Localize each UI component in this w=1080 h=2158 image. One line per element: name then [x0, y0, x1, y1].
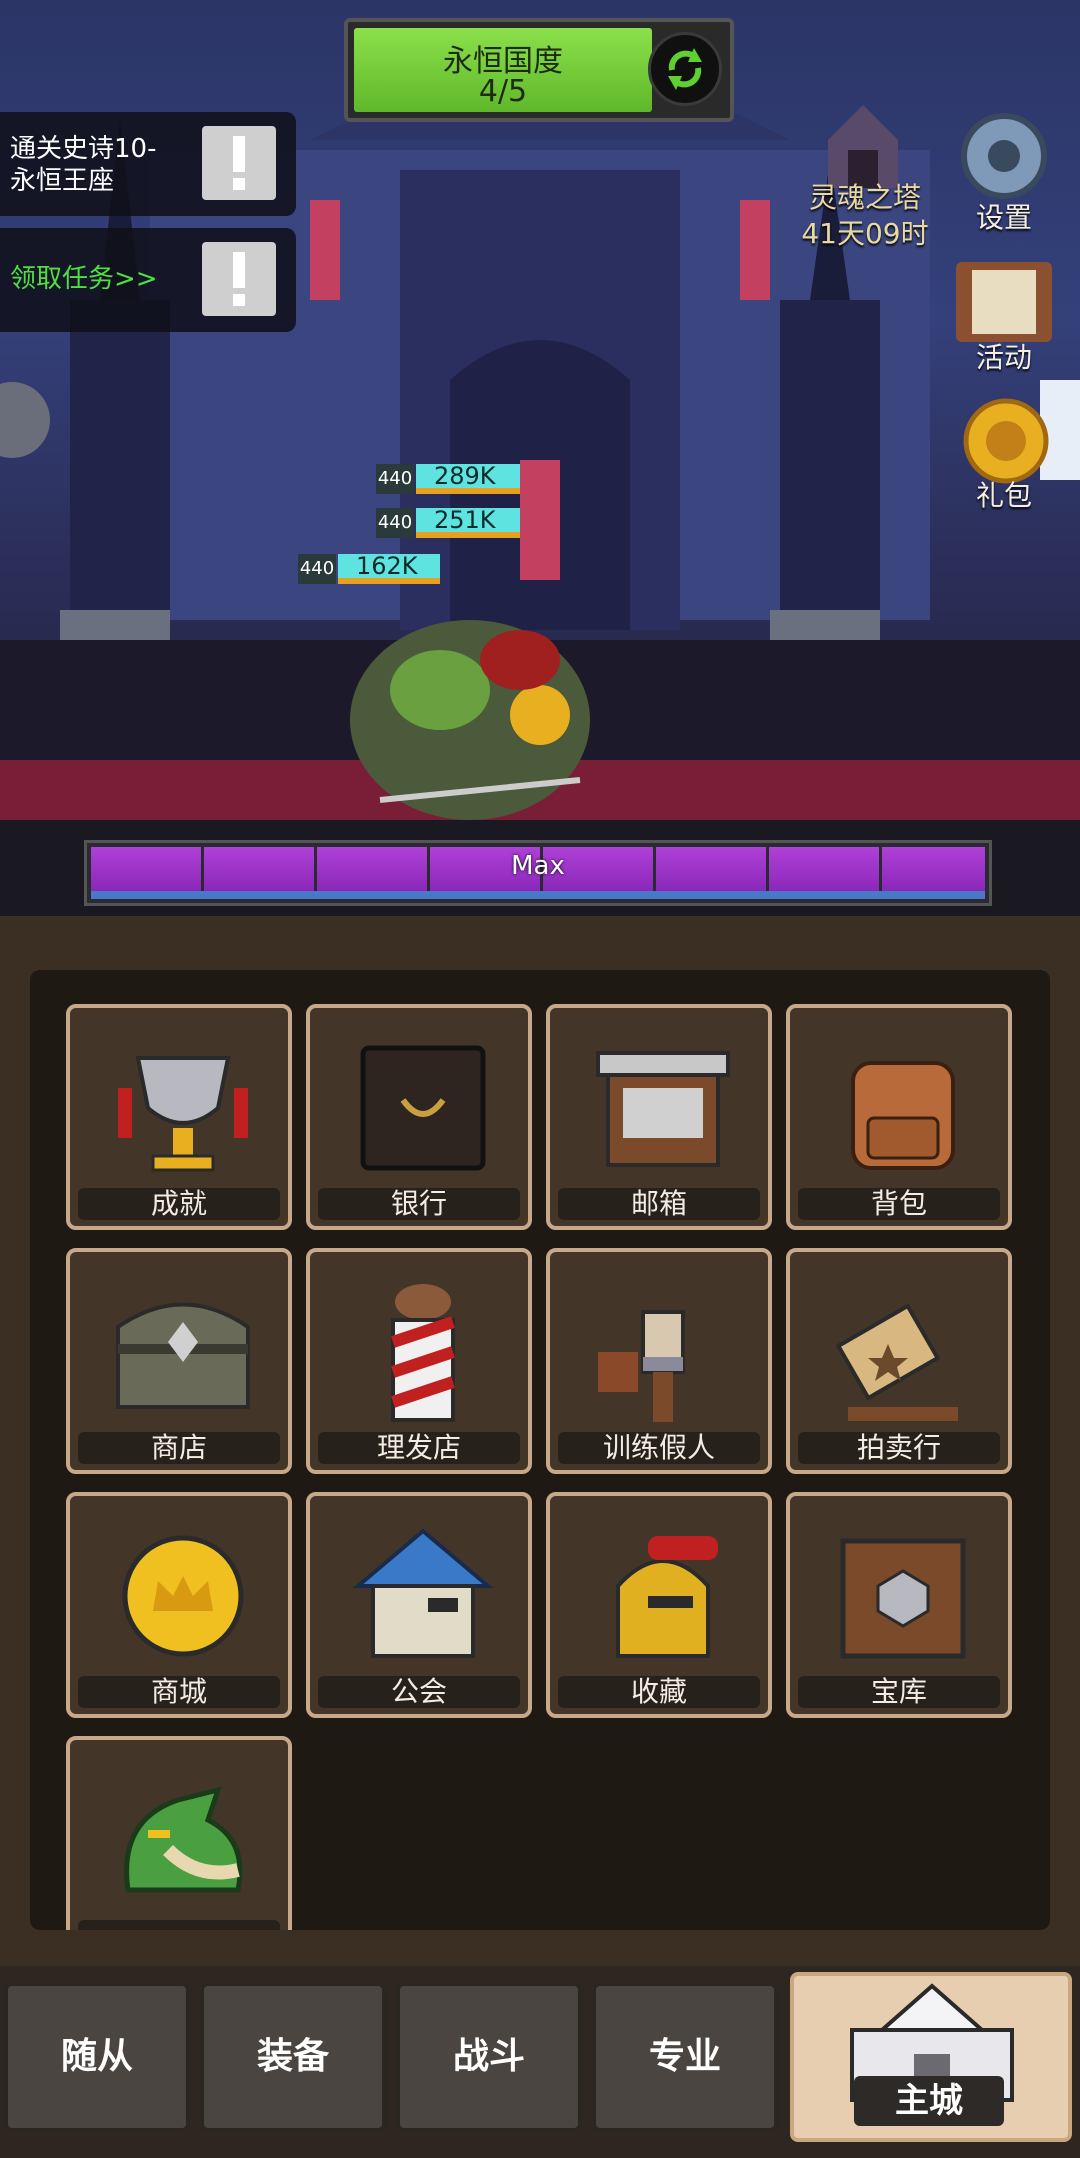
damage-level: 440	[376, 464, 414, 494]
alert-icon	[202, 242, 276, 316]
menu-backpack[interactable]: 背包	[786, 1004, 1012, 1230]
activity-label: 活动	[975, 341, 1032, 374]
menu-training-dummy[interactable]: 训练假人	[546, 1248, 772, 1474]
tab-profession[interactable]: 专业	[592, 1982, 778, 2132]
menu-auction[interactable]: 拍卖行	[786, 1248, 1012, 1474]
helmet-icon	[616, 1536, 718, 1658]
menu-label	[78, 1920, 280, 1930]
alert-icon	[202, 126, 276, 200]
menu-mall[interactable]: 商城	[66, 1492, 292, 1718]
gift-coin-icon[interactable]	[958, 396, 1054, 486]
guild-house-icon	[352, 1528, 494, 1658]
menu-label: 邮箱	[558, 1188, 760, 1220]
menu-guild[interactable]: 公会	[306, 1492, 532, 1718]
mailbox-icon	[596, 1051, 730, 1167]
damage-meter: 440 251K	[376, 508, 520, 538]
damage-level: 440	[298, 554, 336, 584]
dragon-icon	[124, 1786, 243, 1893]
quest-epic[interactable]: 通关史诗10- 永恒王座	[0, 112, 296, 216]
main-city-menu: 成就 银行 邮箱 背包 商店 理发店 训练假人 拍卖行 商城 公会 收藏 宝库	[0, 916, 1080, 1966]
bottom-navigation: 随从 装备 战斗 专业 主城	[0, 1966, 1080, 2158]
damage-value: 289K	[416, 464, 520, 488]
battle-scene: 永恒国度 4/5 通关史诗10- 永恒王座 领取任务>> 灵魂之塔 41天09时…	[0, 0, 1080, 916]
menu-grid: 成就 银行 邮箱 背包 商店 理发店 训练假人 拍卖行 商城 公会 收藏 宝库	[30, 970, 1050, 1930]
vault-icon	[840, 1538, 966, 1659]
menu-vault[interactable]: 宝库	[786, 1492, 1012, 1718]
quest-receive-label: 领取任务>>	[10, 264, 158, 294]
menu-label: 宝库	[798, 1676, 1000, 1708]
menu-label: 收藏	[558, 1676, 760, 1708]
stage-progress: 4/5	[478, 74, 528, 109]
damage-level: 440	[376, 508, 414, 538]
menu-dragon[interactable]	[66, 1736, 292, 1930]
auction-hammer-icon	[835, 1303, 958, 1421]
gold-coin-icon	[122, 1535, 244, 1657]
menu-mailbox[interactable]: 邮箱	[546, 1004, 772, 1230]
tab-equipment[interactable]: 装备	[200, 1982, 386, 2132]
menu-label: 背包	[798, 1188, 1000, 1220]
damage-meter: 440 162K	[298, 554, 442, 584]
damage-value: 162K	[338, 554, 440, 578]
chest-icon	[116, 1302, 250, 1409]
tab-main-city[interactable]: 主城	[790, 1972, 1072, 2142]
xp-max-label: Max	[511, 851, 565, 881]
cycle-icon[interactable]	[648, 32, 722, 106]
menu-label: 训练假人	[558, 1432, 760, 1464]
settings-label: 设置	[975, 201, 1032, 234]
quest-title-line2: 永恒王座	[10, 166, 115, 196]
menu-bank[interactable]: 银行	[306, 1004, 532, 1230]
menu-label: 成就	[78, 1188, 280, 1220]
damage-value: 251K	[416, 508, 520, 532]
quest-title-line1: 通关史诗10-	[10, 134, 157, 164]
experience-bar: Max	[84, 840, 992, 906]
menu-label: 银行	[318, 1188, 520, 1220]
gift-label: 礼包	[975, 479, 1032, 512]
stage-banner[interactable]: 永恒国度 4/5	[344, 18, 734, 122]
tab-battle[interactable]: 战斗	[396, 1982, 582, 2132]
training-dummy-icon	[598, 1310, 685, 1422]
safe-icon	[360, 1045, 486, 1171]
menu-label: 理发店	[318, 1432, 520, 1464]
backpack-icon	[851, 1061, 955, 1170]
trophy-icon	[118, 1056, 248, 1172]
tower-name: 灵魂之塔	[808, 181, 921, 214]
tower-timer: 41天09时	[801, 217, 929, 250]
menu-label: 拍卖行	[798, 1432, 1000, 1464]
barber-pole-icon	[391, 1284, 455, 1422]
menu-label: 商店	[78, 1432, 280, 1464]
menu-label: 商城	[78, 1676, 280, 1708]
menu-shop[interactable]: 商店	[66, 1248, 292, 1474]
tab-main-city-label: 主城	[854, 2076, 1004, 2126]
damage-meter: 440 289K	[376, 464, 520, 494]
menu-barber[interactable]: 理发店	[306, 1248, 532, 1474]
settings-gear-icon[interactable]	[952, 104, 1056, 208]
menu-label: 公会	[318, 1676, 520, 1708]
activity-scroll-icon[interactable]	[946, 252, 1062, 348]
quest-receive[interactable]: 领取任务>>	[0, 228, 296, 332]
menu-achievement[interactable]: 成就	[66, 1004, 292, 1230]
menu-collection[interactable]: 收藏	[546, 1492, 772, 1718]
tab-followers[interactable]: 随从	[4, 1982, 190, 2132]
